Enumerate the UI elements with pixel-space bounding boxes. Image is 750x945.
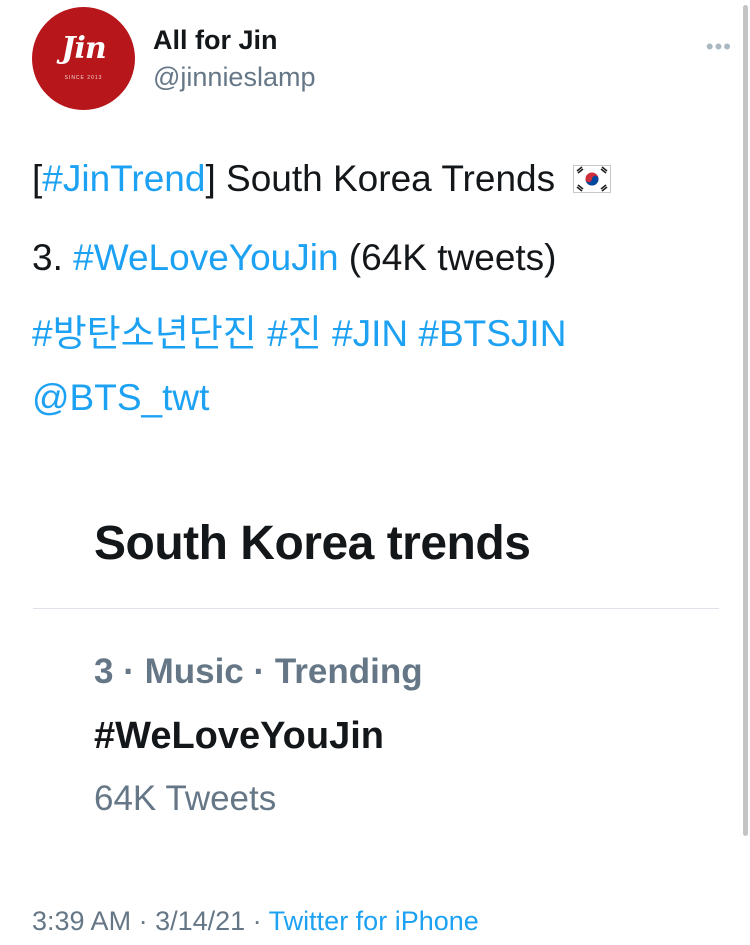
hashtag-weloveyoujin[interactable]: #WeLoveYouJin bbox=[73, 237, 338, 278]
scrollbar[interactable] bbox=[743, 5, 748, 836]
tweet-header: Jin SINCE 2013 All for Jin @jinnieslamp … bbox=[32, 7, 731, 111]
trend-rank-text: 3. bbox=[32, 237, 74, 278]
avatar-logo-subtext: SINCE 2013 bbox=[64, 75, 103, 81]
trend-count: 64K Tweets bbox=[94, 779, 277, 818]
more-dots-icon[interactable]: ••• bbox=[706, 34, 732, 60]
trend-name[interactable]: #WeLoveYouJin bbox=[94, 715, 384, 758]
trends-card-divider bbox=[33, 608, 719, 609]
tweet-line-3: #방탄소년단진 #진 #JIN #BTSJIN bbox=[32, 314, 566, 354]
tweet-line-4: @BTS_twt bbox=[32, 378, 209, 418]
footer-separator-1: · bbox=[131, 906, 156, 936]
avatar-logo-text: Jin bbox=[61, 31, 106, 66]
tweet-source[interactable]: Twitter for iPhone bbox=[269, 906, 479, 936]
tweet-line-2: 3. #WeLoveYouJin (64K tweets) bbox=[32, 238, 557, 278]
trends-card-title: South Korea trends bbox=[94, 517, 531, 570]
south-korea-flag-icon bbox=[573, 165, 612, 193]
tweet-time[interactable]: 3:39 AM bbox=[32, 906, 131, 936]
hashtag-jin-korean[interactable]: #진 bbox=[267, 313, 322, 354]
tweet-line-1: [#JinTrend] South Korea Trends bbox=[32, 158, 612, 199]
author-display-name[interactable]: All for Jin bbox=[153, 25, 278, 56]
avatar[interactable]: Jin SINCE 2013 bbox=[32, 7, 135, 110]
tweet-line-1-text: South Korea Trends bbox=[215, 158, 556, 199]
tweet-date[interactable]: 3/14/21 bbox=[155, 906, 245, 936]
hashtag-jin[interactable]: #JIN bbox=[332, 313, 408, 354]
tweet-footer: 3:39 AM · 3/14/21 · Twitter for iPhone bbox=[32, 906, 479, 937]
bracket-open: [ bbox=[32, 158, 43, 199]
hashtag-jintrend[interactable]: #JinTrend bbox=[42, 158, 205, 199]
author-handle[interactable]: @jinnieslamp bbox=[153, 62, 315, 93]
trend-meta: 3 · Music · Trending bbox=[94, 652, 423, 691]
hashtag-btsjin[interactable]: #BTSJIN bbox=[418, 313, 566, 354]
footer-separator-2: · bbox=[245, 906, 269, 936]
tweet-count-text: (64K tweets) bbox=[338, 237, 557, 278]
hashtag-bangtan-jin[interactable]: #방탄소년단진 bbox=[32, 313, 257, 354]
mention-bts-twt[interactable]: @BTS_twt bbox=[32, 377, 209, 418]
bracket-close: ] bbox=[205, 158, 216, 199]
